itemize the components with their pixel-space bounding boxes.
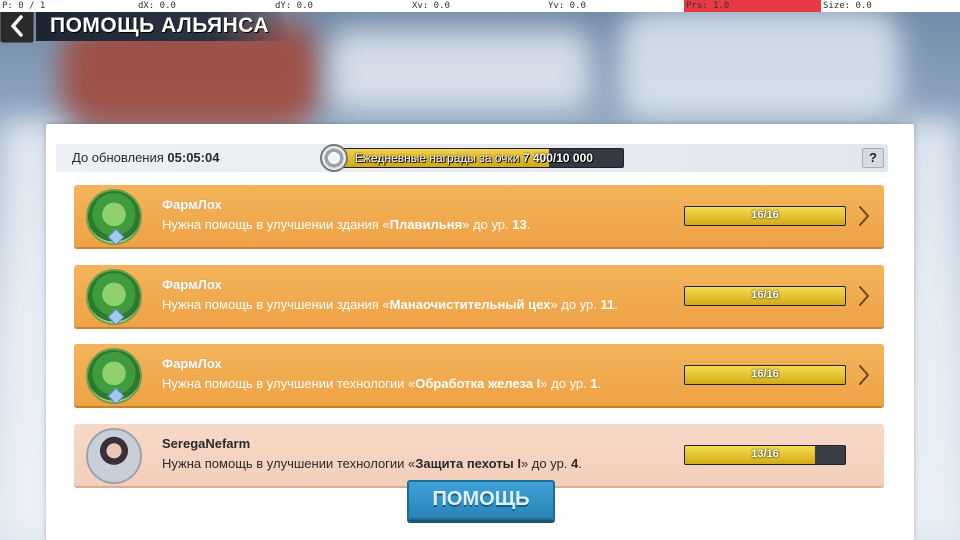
request-progress-text: 16/16 (751, 368, 779, 380)
request-progress-text: 16/16 (751, 289, 779, 301)
refresh-timer: До обновления 05:05:04 (72, 150, 219, 165)
request-text-post: . (578, 456, 582, 471)
request-target: Обработка железа I (415, 376, 541, 391)
player-avatar (86, 428, 142, 484)
request-text-pre: Нужна помощь в улучшении технологии « (162, 456, 416, 471)
request-target: Манаочистительный цех (389, 297, 551, 312)
daily-rewards-bar[interactable]: Ежедневные награды за очки 7 400/10 000 (338, 148, 624, 168)
debug-dx: dX: 0.0 (138, 1, 176, 11)
daily-rewards-text: Ежедневные награды за очки 7 400/10 000 (355, 151, 593, 165)
requester-name: ФармЛох (162, 197, 222, 212)
request-progress-bar: 16/16 (684, 365, 846, 385)
request-progress-bar: 16/16 (684, 286, 846, 306)
request-progress-text: 16/16 (751, 209, 779, 221)
request-level: 1 (590, 376, 598, 391)
request-text-pre: Нужна помощь в улучшении технологии « (162, 376, 416, 391)
help-request-row[interactable]: SeregaNefarm Нужна помощь в улучшении тех… (74, 424, 884, 486)
request-level: 11 (600, 297, 615, 312)
request-level: 13 (512, 217, 527, 232)
request-target: Защита пехоты I (415, 456, 521, 471)
debug-yv: Yv: 0.0 (548, 1, 586, 11)
request-text-pre: Нужна помощь в улучшении здания « (162, 217, 390, 232)
back-button[interactable] (0, 9, 34, 43)
request-text-post: . (526, 217, 531, 232)
request-text-mid: » до ур. (550, 297, 601, 312)
request-target: Плавильня (389, 217, 463, 232)
rewards-wheel-icon[interactable] (320, 144, 348, 172)
request-description: Нужна помощь в улучшении здания «Плавиль… (162, 217, 530, 232)
alliance-emblem-avatar (86, 348, 142, 404)
refresh-timer-value: 05:05:04 (167, 150, 220, 165)
alliance-emblem-avatar (86, 189, 142, 245)
requester-name: ФармЛох (162, 356, 222, 371)
debug-prs: Prs: 1.0 (686, 1, 730, 11)
background-blur-panel-right (620, 10, 900, 120)
help-request-row[interactable]: ФармЛох Нужна помощь в улучшении здания «… (74, 265, 884, 327)
request-description: Нужна помощь в улучшении технологии «Обр… (162, 376, 601, 391)
help-request-row[interactable]: ФармЛох Нужна помощь в улучшении технолог… (74, 344, 884, 406)
help-all-button[interactable]: ПОМОЩЬ (407, 480, 555, 520)
request-progress-bar: 16/16 (684, 206, 846, 226)
debug-xv: Xv: 0.0 (412, 1, 450, 11)
request-text-post: . (597, 376, 602, 391)
request-progress-bar: 13/16 (684, 445, 846, 465)
chevron-right-icon[interactable] (856, 203, 872, 229)
daily-rewards-label: Ежедневные награды за очки (355, 151, 520, 165)
daily-rewards-value: 7 400/10 000 (522, 151, 593, 165)
requester-name: SeregaNefarm (162, 436, 251, 451)
chevron-left-icon (11, 15, 23, 37)
request-description: Нужна помощь в улучшении здания «Манаочи… (162, 297, 618, 312)
chevron-right-icon[interactable] (856, 283, 872, 309)
info-question-button[interactable]: ? (862, 148, 884, 168)
refresh-timer-label: До обновления (72, 150, 164, 165)
request-description: Нужна помощь в улучшении технологии «Защ… (162, 456, 582, 471)
background-blur-panel (330, 30, 590, 110)
debug-size: Size: 0.0 (823, 1, 872, 11)
alliance-emblem-avatar (86, 269, 142, 325)
page-header: ПОМОЩЬ АЛЬЯНСА (0, 9, 300, 43)
debug-dy: dY: 0.0 (275, 1, 313, 11)
request-text-mid: » до ур. (520, 456, 572, 471)
request-text-mid: » до ур. (462, 217, 513, 232)
request-text-mid: » до ур. (540, 376, 591, 391)
debug-pointer: P: 0 / 1 (2, 1, 46, 11)
page-title: ПОМОЩЬ АЛЬЯНСА (50, 14, 270, 37)
request-text-pre: Нужна помощь в улучшении здания « (162, 297, 390, 312)
request-text-post: . (614, 297, 618, 312)
help-request-row[interactable]: ФармЛох Нужна помощь в улучшении здания «… (74, 185, 884, 247)
request-progress-text: 13/16 (751, 448, 779, 460)
chevron-right-icon[interactable] (856, 362, 872, 388)
requester-name: ФармЛох (162, 277, 222, 292)
debug-bar: P: 0 / 1 dX: 0.0 dY: 0.0 Xv: 0.0 Yv: 0.0… (0, 0, 960, 12)
